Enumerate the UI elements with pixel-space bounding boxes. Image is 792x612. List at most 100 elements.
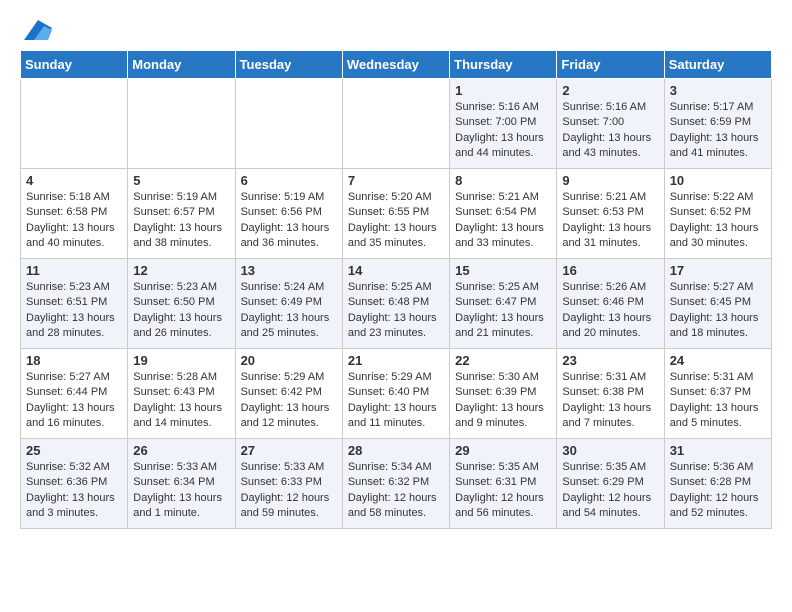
calendar-week-row: 1 Sunrise: 5:16 AM Sunset: 7:00 PM Dayli…	[21, 79, 772, 169]
daylight-label: Daylight: 12 hours and 54 minutes.	[562, 492, 651, 519]
day-number: 13	[241, 263, 337, 278]
calendar-cell: 31 Sunrise: 5:36 AM Sunset: 6:28 PM Dayl…	[664, 439, 771, 529]
daylight-label: Daylight: 13 hours and 21 minutes.	[455, 312, 544, 339]
daylight-label: Daylight: 13 hours and 30 minutes.	[670, 222, 759, 249]
day-info: Sunrise: 5:34 AM Sunset: 6:32 PM Dayligh…	[348, 460, 444, 522]
sunrise-label: Sunrise: 5:31 AM	[562, 371, 646, 383]
day-number: 29	[455, 443, 551, 458]
daylight-label: Daylight: 13 hours and 20 minutes.	[562, 312, 651, 339]
daylight-label: Daylight: 13 hours and 35 minutes.	[348, 222, 437, 249]
calendar-cell: 14 Sunrise: 5:25 AM Sunset: 6:48 PM Dayl…	[342, 259, 449, 349]
sunset-label: Sunset: 6:46 PM	[562, 296, 643, 308]
sunrise-label: Sunrise: 5:17 AM	[670, 101, 754, 113]
daylight-label: Daylight: 13 hours and 1 minute.	[133, 492, 222, 519]
calendar-cell: 29 Sunrise: 5:35 AM Sunset: 6:31 PM Dayl…	[450, 439, 557, 529]
day-info: Sunrise: 5:35 AM Sunset: 6:29 PM Dayligh…	[562, 460, 658, 522]
weekday-header: Thursday	[450, 51, 557, 79]
day-info: Sunrise: 5:17 AM Sunset: 6:59 PM Dayligh…	[670, 100, 766, 162]
logo	[20, 20, 52, 40]
calendar-cell: 4 Sunrise: 5:18 AM Sunset: 6:58 PM Dayli…	[21, 169, 128, 259]
day-number: 3	[670, 83, 766, 98]
calendar-cell: 25 Sunrise: 5:32 AM Sunset: 6:36 PM Dayl…	[21, 439, 128, 529]
sunrise-label: Sunrise: 5:23 AM	[26, 281, 110, 293]
sunset-label: Sunset: 6:49 PM	[241, 296, 322, 308]
sunrise-label: Sunrise: 5:30 AM	[455, 371, 539, 383]
day-info: Sunrise: 5:26 AM Sunset: 6:46 PM Dayligh…	[562, 280, 658, 342]
daylight-label: Daylight: 13 hours and 43 minutes.	[562, 132, 651, 159]
sunset-label: Sunset: 6:50 PM	[133, 296, 214, 308]
sunrise-label: Sunrise: 5:27 AM	[26, 371, 110, 383]
calendar-week-row: 18 Sunrise: 5:27 AM Sunset: 6:44 PM Dayl…	[21, 349, 772, 439]
calendar-cell	[235, 79, 342, 169]
weekday-header: Monday	[128, 51, 235, 79]
day-number: 30	[562, 443, 658, 458]
daylight-label: Daylight: 13 hours and 18 minutes.	[670, 312, 759, 339]
daylight-label: Daylight: 13 hours and 36 minutes.	[241, 222, 330, 249]
calendar-week-row: 25 Sunrise: 5:32 AM Sunset: 6:36 PM Dayl…	[21, 439, 772, 529]
daylight-label: Daylight: 13 hours and 41 minutes.	[670, 132, 759, 159]
day-number: 5	[133, 173, 229, 188]
calendar-cell: 20 Sunrise: 5:29 AM Sunset: 6:42 PM Dayl…	[235, 349, 342, 439]
day-info: Sunrise: 5:36 AM Sunset: 6:28 PM Dayligh…	[670, 460, 766, 522]
daylight-label: Daylight: 13 hours and 44 minutes.	[455, 132, 544, 159]
calendar-cell: 2 Sunrise: 5:16 AM Sunset: 7:00 Daylight…	[557, 79, 664, 169]
calendar-cell: 7 Sunrise: 5:20 AM Sunset: 6:55 PM Dayli…	[342, 169, 449, 259]
daylight-label: Daylight: 13 hours and 25 minutes.	[241, 312, 330, 339]
day-info: Sunrise: 5:31 AM Sunset: 6:37 PM Dayligh…	[670, 370, 766, 432]
day-number: 14	[348, 263, 444, 278]
day-number: 31	[670, 443, 766, 458]
sunset-label: Sunset: 6:48 PM	[348, 296, 429, 308]
sunset-label: Sunset: 6:36 PM	[26, 476, 107, 488]
calendar-cell: 6 Sunrise: 5:19 AM Sunset: 6:56 PM Dayli…	[235, 169, 342, 259]
daylight-label: Daylight: 13 hours and 40 minutes.	[26, 222, 115, 249]
sunrise-label: Sunrise: 5:34 AM	[348, 461, 432, 473]
calendar-cell: 30 Sunrise: 5:35 AM Sunset: 6:29 PM Dayl…	[557, 439, 664, 529]
calendar-cell: 1 Sunrise: 5:16 AM Sunset: 7:00 PM Dayli…	[450, 79, 557, 169]
day-info: Sunrise: 5:32 AM Sunset: 6:36 PM Dayligh…	[26, 460, 122, 522]
day-info: Sunrise: 5:20 AM Sunset: 6:55 PM Dayligh…	[348, 190, 444, 252]
day-info: Sunrise: 5:19 AM Sunset: 6:57 PM Dayligh…	[133, 190, 229, 252]
day-info: Sunrise: 5:25 AM Sunset: 6:48 PM Dayligh…	[348, 280, 444, 342]
daylight-label: Daylight: 12 hours and 58 minutes.	[348, 492, 437, 519]
calendar-cell: 24 Sunrise: 5:31 AM Sunset: 6:37 PM Dayl…	[664, 349, 771, 439]
calendar-cell: 10 Sunrise: 5:22 AM Sunset: 6:52 PM Dayl…	[664, 169, 771, 259]
daylight-label: Daylight: 12 hours and 59 minutes.	[241, 492, 330, 519]
sunset-label: Sunset: 6:42 PM	[241, 386, 322, 398]
day-number: 18	[26, 353, 122, 368]
sunset-label: Sunset: 6:51 PM	[26, 296, 107, 308]
weekday-header-row: SundayMondayTuesdayWednesdayThursdayFrid…	[21, 51, 772, 79]
daylight-label: Daylight: 13 hours and 23 minutes.	[348, 312, 437, 339]
calendar-week-row: 11 Sunrise: 5:23 AM Sunset: 6:51 PM Dayl…	[21, 259, 772, 349]
sunrise-label: Sunrise: 5:23 AM	[133, 281, 217, 293]
day-number: 11	[26, 263, 122, 278]
calendar-cell: 22 Sunrise: 5:30 AM Sunset: 6:39 PM Dayl…	[450, 349, 557, 439]
day-number: 15	[455, 263, 551, 278]
sunset-label: Sunset: 6:34 PM	[133, 476, 214, 488]
day-info: Sunrise: 5:16 AM Sunset: 7:00 PM Dayligh…	[455, 100, 551, 162]
day-number: 7	[348, 173, 444, 188]
day-number: 12	[133, 263, 229, 278]
day-info: Sunrise: 5:21 AM Sunset: 6:53 PM Dayligh…	[562, 190, 658, 252]
day-info: Sunrise: 5:16 AM Sunset: 7:00 Daylight: …	[562, 100, 658, 162]
day-number: 23	[562, 353, 658, 368]
sunrise-label: Sunrise: 5:32 AM	[26, 461, 110, 473]
weekday-header: Saturday	[664, 51, 771, 79]
day-number: 22	[455, 353, 551, 368]
sunset-label: Sunset: 6:54 PM	[455, 206, 536, 218]
logo-icon	[24, 20, 52, 40]
day-info: Sunrise: 5:33 AM Sunset: 6:33 PM Dayligh…	[241, 460, 337, 522]
day-number: 6	[241, 173, 337, 188]
sunset-label: Sunset: 6:59 PM	[670, 116, 751, 128]
day-number: 20	[241, 353, 337, 368]
day-number: 26	[133, 443, 229, 458]
sunrise-label: Sunrise: 5:33 AM	[241, 461, 325, 473]
day-number: 25	[26, 443, 122, 458]
weekday-header: Wednesday	[342, 51, 449, 79]
daylight-label: Daylight: 13 hours and 12 minutes.	[241, 402, 330, 429]
daylight-label: Daylight: 13 hours and 3 minutes.	[26, 492, 115, 519]
sunrise-label: Sunrise: 5:28 AM	[133, 371, 217, 383]
day-number: 21	[348, 353, 444, 368]
weekday-header: Tuesday	[235, 51, 342, 79]
day-info: Sunrise: 5:31 AM Sunset: 6:38 PM Dayligh…	[562, 370, 658, 432]
day-info: Sunrise: 5:29 AM Sunset: 6:40 PM Dayligh…	[348, 370, 444, 432]
